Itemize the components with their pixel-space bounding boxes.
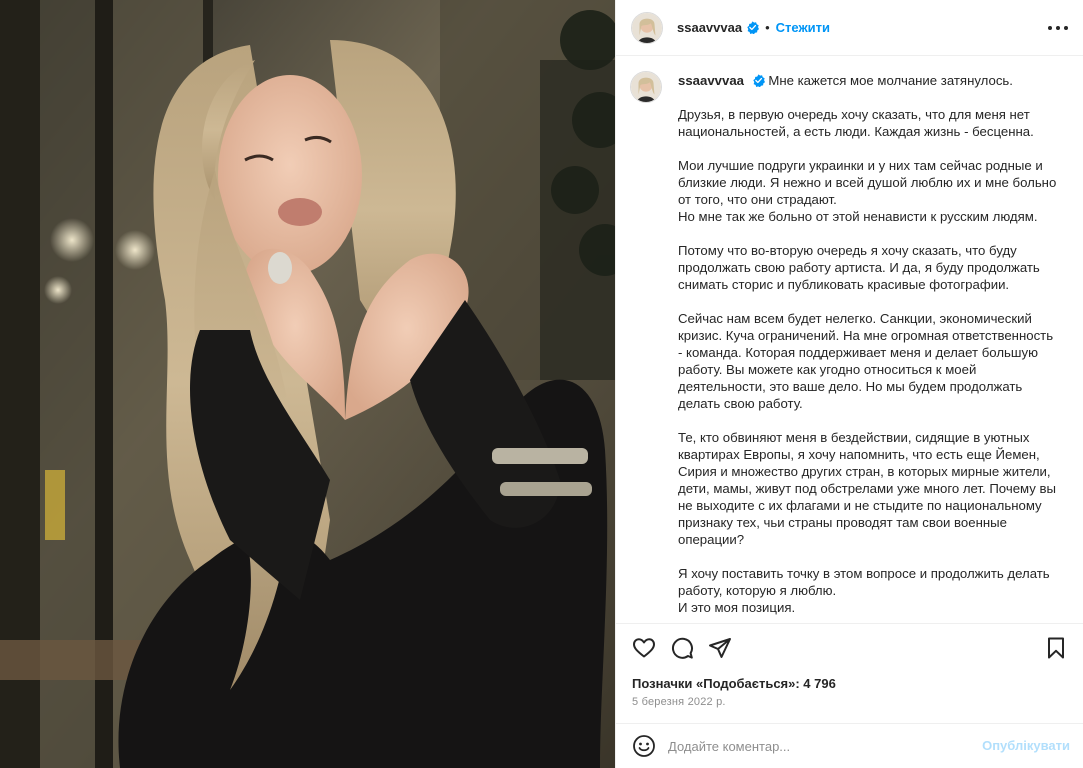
- caption-paragraph: Те, кто обвиняют меня в бездействии, сид…: [678, 430, 1057, 547]
- header-separator: •: [765, 20, 770, 35]
- likes-count[interactable]: Позначки «Подобається»: 4 796: [632, 676, 836, 691]
- share-icon[interactable]: [708, 636, 732, 660]
- comment-icon[interactable]: [670, 636, 694, 660]
- caption-text: ssaavvvaa Мне кажется мое молчание затян…: [678, 71, 1058, 616]
- caption-paragraph: Я хочу поставить точку в этом вопросе и …: [678, 566, 1050, 615]
- post-details-panel: ssaavvvaa • Стежити ssaavvvaa Мне кажетс…: [615, 0, 1083, 768]
- caption-row: ssaavvvaa Мне кажется мое молчание затян…: [630, 71, 1070, 616]
- caption-avatar-image: [631, 72, 661, 102]
- caption-scroll-area[interactable]: ssaavvvaa Мне кажется мое молчание затян…: [616, 57, 1083, 623]
- follow-button[interactable]: Стежити: [776, 20, 830, 35]
- caption-username[interactable]: ssaavvvaa: [678, 73, 744, 88]
- more-dot: [1048, 26, 1052, 30]
- caption-paragraph: Мои лучшие подруги украинки и у них там …: [678, 158, 1057, 224]
- post-date[interactable]: 5 березня 2022 р.: [632, 696, 726, 708]
- comment-bar: Опублікувати: [616, 723, 1083, 768]
- action-bar: [632, 636, 732, 660]
- post-author-username[interactable]: ssaavvvaa: [677, 20, 742, 35]
- caption-first-line: ssaavvvaa Мне кажется мое молчание затян…: [678, 72, 1058, 89]
- more-horizontal-icon[interactable]: [1048, 18, 1068, 38]
- avatar[interactable]: [631, 11, 663, 44]
- post-actions-section: Позначки «Подобається»: 4 796 5 березня …: [616, 623, 1083, 723]
- caption-paragraph: Друзья, в первую очередь хочу сказать, ч…: [678, 107, 1034, 139]
- caption-paragraph: Сейчас нам всем будет нелегко. Санкции, …: [678, 311, 1054, 411]
- caption-paragraph: Потому что во-вторую очередь я хочу сказ…: [678, 243, 1040, 292]
- caption-avatar[interactable]: [630, 71, 662, 103]
- bookmark-icon[interactable]: [1044, 636, 1068, 660]
- heart-icon[interactable]: [632, 636, 656, 660]
- post-header: ssaavvvaa • Стежити: [616, 0, 1083, 56]
- verified-badge-icon: [752, 74, 765, 87]
- more-dot: [1064, 26, 1068, 30]
- publish-button[interactable]: Опублікувати: [982, 738, 1070, 753]
- caption-fade: [616, 613, 1083, 623]
- emoji-icon[interactable]: [632, 734, 656, 758]
- comment-input[interactable]: [668, 738, 968, 754]
- post-photo[interactable]: [0, 0, 615, 768]
- caption-headline: Мне кажется мое молчание затянулось.: [768, 73, 1013, 88]
- verified-badge-icon: [747, 21, 760, 34]
- more-dot: [1056, 26, 1060, 30]
- post-photo-illustration: [0, 0, 615, 768]
- avatar-image: [632, 12, 662, 43]
